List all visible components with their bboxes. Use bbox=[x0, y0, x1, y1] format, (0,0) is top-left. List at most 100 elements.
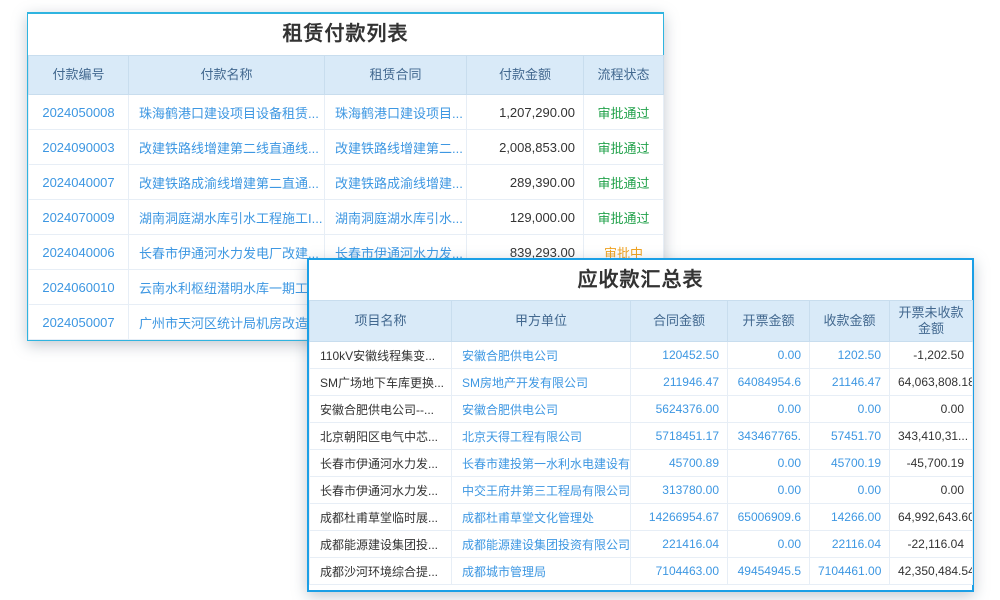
process-status-badge: 审批通过 bbox=[584, 200, 664, 235]
outstanding-amount-value: -45,700.19 bbox=[890, 450, 973, 477]
col-header-invoiced-amount: 开票金额 bbox=[728, 301, 810, 342]
received-amount-value[interactable]: 14266.00 bbox=[810, 504, 890, 531]
project-name-cell: 成都能源建设集团投... bbox=[310, 531, 452, 558]
project-name-cell: 北京朝阳区电气中芯... bbox=[310, 423, 452, 450]
payment-name-link[interactable]: 改建铁路线增建第二线直通线... bbox=[129, 130, 325, 165]
received-amount-value[interactable]: 45700.19 bbox=[810, 450, 890, 477]
col-header-project-name: 项目名称 bbox=[310, 301, 452, 342]
lease-contract-link[interactable]: 珠海鹤港口建设项目... bbox=[325, 95, 467, 130]
receivables-summary-table: 应收款汇总表 项目名称 甲方单位 合同金额 开票金额 收款金额 开票未收款金额 … bbox=[307, 258, 974, 592]
client-unit-link[interactable]: 安徽合肥供电公司 bbox=[452, 342, 631, 369]
receivables-table-row: 安徽合肥供电公司--...安徽合肥供电公司5624376.000.000.000… bbox=[310, 396, 973, 423]
lease-table-row: 2024070009湖南洞庭湖水库引水工程施工I...湖南洞庭湖水库引水...1… bbox=[29, 200, 664, 235]
client-unit-link[interactable]: 中交王府井第三工程局有限公司 bbox=[452, 477, 631, 504]
project-name-cell: 成都杜甫草堂临时展... bbox=[310, 504, 452, 531]
invoiced-amount-value[interactable]: 0.00 bbox=[728, 477, 810, 504]
client-unit-link[interactable]: 安徽合肥供电公司 bbox=[452, 396, 631, 423]
lease-contract-link[interactable]: 湖南洞庭湖水库引水... bbox=[325, 200, 467, 235]
lease-table-row: 2024050008珠海鹤港口建设项目设备租赁...珠海鹤港口建设项目...1,… bbox=[29, 95, 664, 130]
contract-amount-value[interactable]: 7104463.00 bbox=[631, 558, 728, 585]
invoiced-amount-value[interactable]: 65006909.6 bbox=[728, 504, 810, 531]
invoiced-amount-value[interactable]: 343467765. bbox=[728, 423, 810, 450]
client-unit-link[interactable]: 成都城市管理局 bbox=[452, 558, 631, 585]
invoiced-amount-value[interactable]: 49454945.5 bbox=[728, 558, 810, 585]
outstanding-amount-value: 0.00 bbox=[890, 396, 973, 423]
receivables-table-header-row: 项目名称 甲方单位 合同金额 开票金额 收款金额 开票未收款金额 bbox=[310, 301, 973, 342]
received-amount-value[interactable]: 21146.47 bbox=[810, 369, 890, 396]
contract-amount-value[interactable]: 211946.47 bbox=[631, 369, 728, 396]
payment-id-link[interactable]: 2024050007 bbox=[29, 305, 129, 340]
project-name-cell: 长春市伊通河水力发... bbox=[310, 477, 452, 504]
received-amount-value[interactable]: 0.00 bbox=[810, 477, 890, 504]
payment-id-link[interactable]: 2024040006 bbox=[29, 235, 129, 270]
project-name-cell: 110kV安徽线程集变... bbox=[310, 342, 452, 369]
client-unit-link[interactable]: 成都能源建设集团投资有限公司 bbox=[452, 531, 631, 558]
received-amount-value[interactable]: 1202.50 bbox=[810, 342, 890, 369]
col-header-contract-amount: 合同金额 bbox=[631, 301, 728, 342]
lease-table-title: 租赁付款列表 bbox=[28, 14, 663, 55]
process-status-badge: 审批通过 bbox=[584, 130, 664, 165]
col-header-process-status: 流程状态 bbox=[584, 56, 664, 95]
payment-name-link[interactable]: 湖南洞庭湖水库引水工程施工I... bbox=[129, 200, 325, 235]
payment-amount-value: 129,000.00 bbox=[467, 200, 584, 235]
outstanding-amount-value: 0.00 bbox=[890, 477, 973, 504]
received-amount-value[interactable]: 22116.04 bbox=[810, 531, 890, 558]
project-name-cell: 成都沙河环境综合提... bbox=[310, 558, 452, 585]
client-unit-link[interactable]: 成都杜甫草堂文化管理处 bbox=[452, 504, 631, 531]
receivables-table-row: 北京朝阳区电气中芯...北京天得工程有限公司5718451.1734346776… bbox=[310, 423, 973, 450]
outstanding-amount-value: -1,202.50 bbox=[890, 342, 973, 369]
payment-amount-value: 289,390.00 bbox=[467, 165, 584, 200]
payment-name-link[interactable]: 长春市伊通河水力发电厂改建... bbox=[129, 235, 325, 270]
payment-id-link[interactable]: 2024040007 bbox=[29, 165, 129, 200]
receivables-table-row: 110kV安徽线程集变...安徽合肥供电公司120452.500.001202.… bbox=[310, 342, 973, 369]
col-header-received-amount: 收款金额 bbox=[810, 301, 890, 342]
receivables-table-row: 长春市伊通河水力发...长春市建投第一水利水电建设有限45700.890.004… bbox=[310, 450, 973, 477]
contract-amount-value[interactable]: 120452.50 bbox=[631, 342, 728, 369]
project-name-cell: SM广场地下车库更换... bbox=[310, 369, 452, 396]
lease-table-header-row: 付款编号 付款名称 租赁合同 付款金额 流程状态 bbox=[29, 56, 664, 95]
lease-contract-link[interactable]: 改建铁路成渝线增建... bbox=[325, 165, 467, 200]
project-name-cell: 安徽合肥供电公司--... bbox=[310, 396, 452, 423]
contract-amount-value[interactable]: 313780.00 bbox=[631, 477, 728, 504]
payment-id-link[interactable]: 2024090003 bbox=[29, 130, 129, 165]
col-header-lease-contract: 租赁合同 bbox=[325, 56, 467, 95]
invoiced-amount-value[interactable]: 0.00 bbox=[728, 342, 810, 369]
payment-id-link[interactable]: 2024050008 bbox=[29, 95, 129, 130]
payment-name-link[interactable]: 云南水利枢纽潜明水库一期工... bbox=[129, 270, 325, 305]
received-amount-value[interactable]: 7104461.00 bbox=[810, 558, 890, 585]
receivables-table-row: 长春市伊通河水力发...中交王府井第三工程局有限公司313780.000.000… bbox=[310, 477, 973, 504]
received-amount-value[interactable]: 0.00 bbox=[810, 396, 890, 423]
outstanding-amount-value: 64,063,808.18 bbox=[890, 369, 973, 396]
lease-contract-link[interactable]: 改建铁路线增建第二... bbox=[325, 130, 467, 165]
payment-id-link[interactable]: 2024070009 bbox=[29, 200, 129, 235]
payment-name-link[interactable]: 广州市天河区统计局机房改造... bbox=[129, 305, 325, 340]
contract-amount-value[interactable]: 45700.89 bbox=[631, 450, 728, 477]
payment-name-link[interactable]: 改建铁路成渝线增建第二直通... bbox=[129, 165, 325, 200]
contract-amount-value[interactable]: 5624376.00 bbox=[631, 396, 728, 423]
receivables-table-row: 成都沙河环境综合提...成都城市管理局7104463.0049454945.57… bbox=[310, 558, 973, 585]
client-unit-link[interactable]: 北京天得工程有限公司 bbox=[452, 423, 631, 450]
invoiced-amount-value[interactable]: 0.00 bbox=[728, 396, 810, 423]
lease-table-row: 2024040007改建铁路成渝线增建第二直通...改建铁路成渝线增建...28… bbox=[29, 165, 664, 200]
client-unit-link[interactable]: 长春市建投第一水利水电建设有限 bbox=[452, 450, 631, 477]
receivables-table-row: SM广场地下车库更换...SM房地产开发有限公司211946.476408495… bbox=[310, 369, 973, 396]
contract-amount-value[interactable]: 14266954.67 bbox=[631, 504, 728, 531]
contract-amount-value[interactable]: 221416.04 bbox=[631, 531, 728, 558]
col-header-client-unit: 甲方单位 bbox=[452, 301, 631, 342]
payment-name-link[interactable]: 珠海鹤港口建设项目设备租赁... bbox=[129, 95, 325, 130]
process-status-badge: 审批通过 bbox=[584, 165, 664, 200]
invoiced-amount-value[interactable]: 0.00 bbox=[728, 450, 810, 477]
received-amount-value[interactable]: 57451.70 bbox=[810, 423, 890, 450]
client-unit-link[interactable]: SM房地产开发有限公司 bbox=[452, 369, 631, 396]
project-name-cell: 长春市伊通河水力发... bbox=[310, 450, 452, 477]
invoiced-amount-value[interactable]: 64084954.6 bbox=[728, 369, 810, 396]
receivables-table-row: 成都能源建设集团投...成都能源建设集团投资有限公司221416.040.002… bbox=[310, 531, 973, 558]
receivables-table-grid: 项目名称 甲方单位 合同金额 开票金额 收款金额 开票未收款金额 110kV安徽… bbox=[309, 300, 973, 585]
receivables-table-title: 应收款汇总表 bbox=[309, 260, 972, 300]
col-header-payment-id: 付款编号 bbox=[29, 56, 129, 95]
col-header-payment-amount: 付款金额 bbox=[467, 56, 584, 95]
invoiced-amount-value[interactable]: 0.00 bbox=[728, 531, 810, 558]
contract-amount-value[interactable]: 5718451.17 bbox=[631, 423, 728, 450]
outstanding-amount-value: 64,992,643.60 bbox=[890, 504, 973, 531]
payment-id-link[interactable]: 2024060010 bbox=[29, 270, 129, 305]
